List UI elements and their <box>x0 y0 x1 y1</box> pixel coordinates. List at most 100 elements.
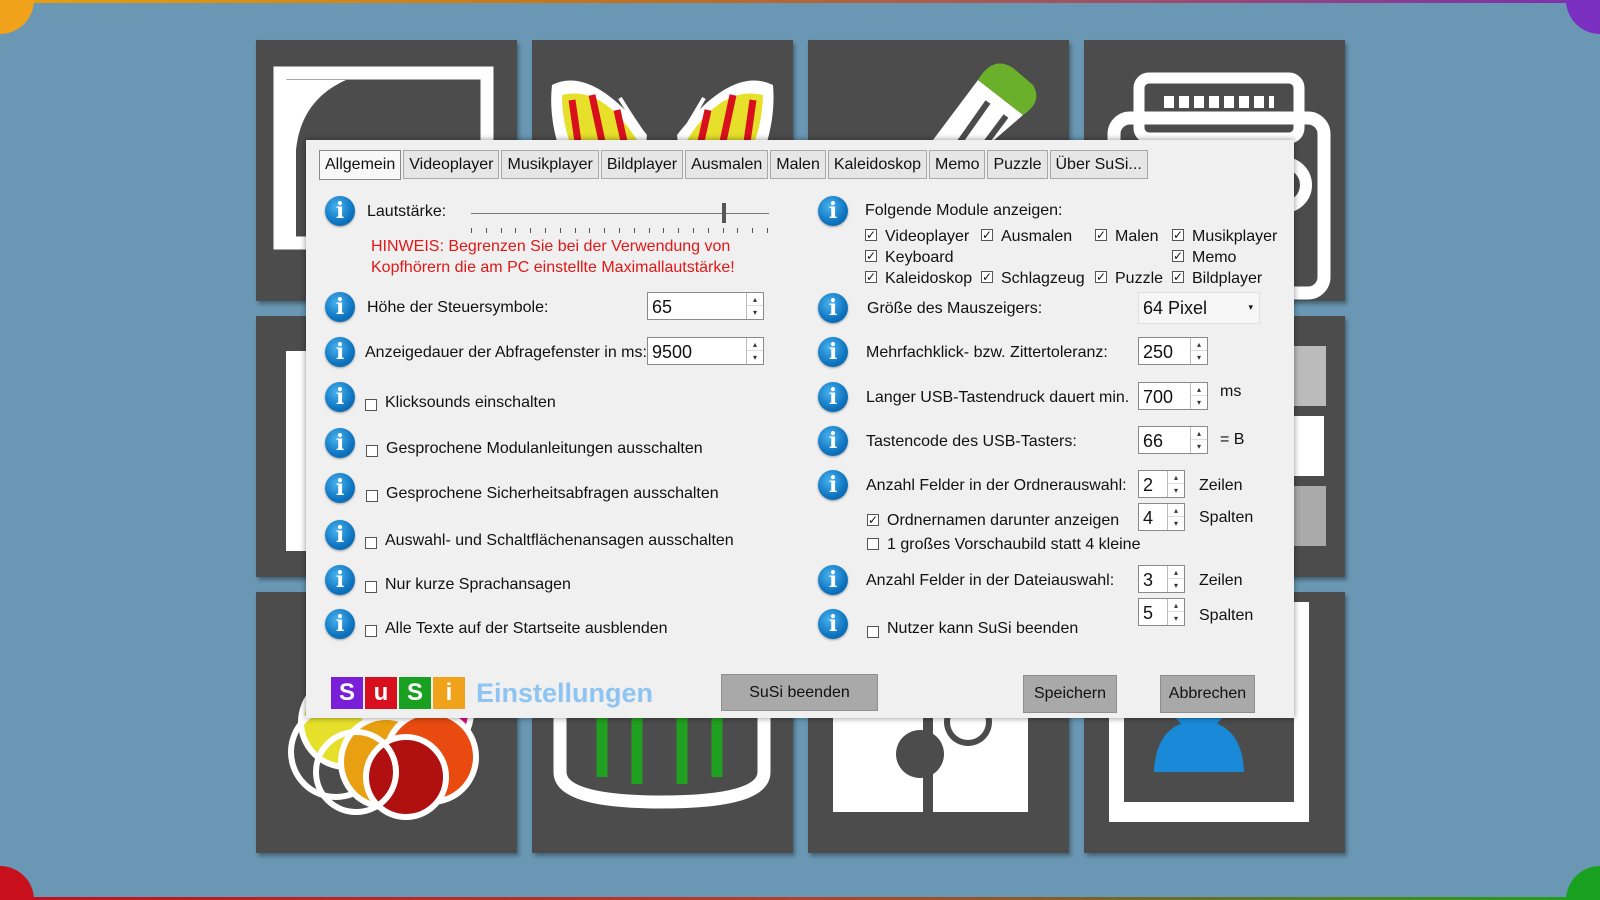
module-schlagzeug-label: Schlagzeug <box>1001 270 1085 287</box>
corner-purple-decoration <box>1566 0 1600 34</box>
schaltflaechenansagen-checkbox[interactable] <box>365 537 377 549</box>
large-preview-label: 1 großes Vorschaubild statt 4 kleine <box>887 536 1141 553</box>
file-rows-stepper[interactable]: 3 ▴ ▾ <box>1138 565 1185 593</box>
slider-tick <box>574 228 576 233</box>
info-icon[interactable]: i <box>325 337 355 367</box>
spin-down-icon[interactable]: ▾ <box>1168 612 1184 625</box>
tab-ueber-susi[interactable]: Über SuSi... <box>1049 150 1148 179</box>
slider-tick <box>545 228 546 233</box>
tab-kaleidoskop[interactable]: Kaleidoskop <box>827 150 928 179</box>
slider-tick <box>530 228 532 233</box>
file-rows-unit: Zeilen <box>1199 572 1243 589</box>
klicksounds-checkbox[interactable] <box>365 399 377 411</box>
texte-ausblenden-checkbox[interactable] <box>365 625 377 637</box>
module-keyboard-checkbox[interactable]: ✓ <box>865 250 877 262</box>
volume-slider-thumb[interactable] <box>722 203 727 223</box>
file-cols-stepper[interactable]: 5 ▴ ▾ <box>1138 598 1185 626</box>
stepper-arrows: ▴ ▾ <box>1190 383 1207 409</box>
user-quit-checkbox[interactable] <box>867 626 879 638</box>
spin-up-icon[interactable]: ▴ <box>747 293 763 306</box>
info-icon[interactable]: i <box>818 337 848 367</box>
spin-down-icon[interactable]: ▾ <box>1191 396 1207 409</box>
sicherheitsabfragen-label: Gesprochene Sicherheitsabfragen ausschal… <box>386 485 719 502</box>
module-musikplayer-checkbox[interactable]: ✓ <box>1172 229 1184 241</box>
info-icon[interactable]: i <box>325 292 355 322</box>
tab-musikplayer[interactable]: Musikplayer <box>501 150 599 179</box>
info-icon[interactable]: i <box>818 565 848 595</box>
spin-up-icon[interactable]: ▴ <box>1191 427 1207 440</box>
info-icon[interactable]: i <box>818 293 848 323</box>
info-icon[interactable]: i <box>818 470 848 500</box>
spin-up-icon[interactable]: ▴ <box>1191 383 1207 396</box>
info-icon[interactable]: i <box>818 382 848 412</box>
quit-susi-button[interactable]: SuSi beenden <box>721 674 878 711</box>
prompt-duration-label: Anzeigedauer der Abfragefenster in ms: <box>365 344 647 361</box>
slider-tick <box>707 228 709 233</box>
spin-down-icon[interactable]: ▾ <box>1191 351 1207 364</box>
spin-up-icon[interactable]: ▴ <box>747 338 763 351</box>
tab-ausmalen[interactable]: Ausmalen <box>685 150 769 179</box>
logo-letter: S <box>399 677 431 709</box>
info-icon[interactable]: i <box>325 520 355 550</box>
spin-down-icon[interactable]: ▾ <box>1168 484 1184 497</box>
spin-down-icon[interactable]: ▾ <box>747 306 763 319</box>
info-icon[interactable]: i <box>818 609 848 639</box>
slider-tick <box>485 228 487 233</box>
module-ausmalen-checkbox[interactable]: ✓ <box>981 229 993 241</box>
folder-cols-stepper[interactable]: 4 ▴ ▾ <box>1138 503 1185 531</box>
large-preview-checkbox[interactable] <box>867 538 879 550</box>
module-bildplayer-checkbox[interactable]: ✓ <box>1172 271 1184 283</box>
sicherheitsabfragen-checkbox[interactable] <box>366 490 378 502</box>
folder-names-checkbox[interactable]: ✓ <box>867 514 879 526</box>
usb-key-code-stepper[interactable]: 66 ▴ ▾ <box>1138 426 1208 454</box>
cursor-size-value: 64 Pixel <box>1143 298 1208 318</box>
module-kaleidoskop-checkbox[interactable]: ✓ <box>865 271 877 283</box>
tab-videoplayer[interactable]: Videoplayer <box>403 150 500 179</box>
slider-tick <box>722 228 724 233</box>
tab-bildplayer[interactable]: Bildplayer <box>600 150 684 179</box>
info-icon[interactable]: i <box>818 196 848 226</box>
spin-down-icon[interactable]: ▾ <box>1168 579 1184 592</box>
module-puzzle-checkbox[interactable]: ✓ <box>1095 271 1107 283</box>
prompt-duration-stepper[interactable]: 9500 ▴ ▾ <box>647 337 764 365</box>
save-button[interactable]: Speichern <box>1023 675 1117 713</box>
spin-up-icon[interactable]: ▴ <box>1168 504 1184 517</box>
spin-up-icon[interactable]: ▴ <box>1191 338 1207 351</box>
logo-letter: i <box>433 677 465 709</box>
modulanleitungen-checkbox[interactable] <box>366 445 378 457</box>
module-memo-checkbox[interactable]: ✓ <box>1172 250 1184 262</box>
tab-allgemein[interactable]: Allgemein <box>319 150 402 180</box>
usb-long-press-stepper[interactable]: 700 ▴ ▾ <box>1138 382 1208 410</box>
module-malen-checkbox[interactable]: ✓ <box>1095 229 1107 241</box>
chevron-down-icon[interactable]: ▾ <box>1248 302 1253 313</box>
tab-memo[interactable]: Memo <box>929 150 986 179</box>
icon-height-stepper[interactable]: 65 ▴ ▾ <box>647 292 764 320</box>
info-icon[interactable]: i <box>325 196 355 226</box>
info-icon[interactable]: i <box>325 382 355 412</box>
module-videoplayer-checkbox[interactable]: ✓ <box>865 229 877 241</box>
info-icon[interactable]: i <box>325 565 355 595</box>
module-schlagzeug-checkbox[interactable]: ✓ <box>981 271 993 283</box>
spin-up-icon[interactable]: ▴ <box>1168 599 1184 612</box>
tab-malen[interactable]: Malen <box>770 150 826 179</box>
multiclick-stepper[interactable]: 250 ▴ ▾ <box>1138 337 1208 365</box>
info-icon[interactable]: i <box>325 428 355 458</box>
cursor-size-dropdown[interactable]: 64 Pixel ▾ <box>1138 292 1260 324</box>
texte-ausblenden-label: Alle Texte auf der Startseite ausblenden <box>385 620 668 637</box>
tab-puzzle[interactable]: Puzzle <box>987 150 1048 179</box>
kurze-sprachansagen-checkbox[interactable] <box>365 581 377 593</box>
usb-long-press-value: 700 <box>1143 387 1174 407</box>
slider-tick <box>515 228 517 233</box>
folder-rows-stepper[interactable]: 2 ▴ ▾ <box>1138 470 1185 498</box>
spin-down-icon[interactable]: ▾ <box>1191 440 1207 453</box>
spin-down-icon[interactable]: ▾ <box>1168 517 1184 530</box>
stepper-arrows: ▴ ▾ <box>746 293 763 319</box>
info-icon[interactable]: i <box>325 609 355 639</box>
slider-tick <box>500 228 502 233</box>
spin-up-icon[interactable]: ▴ <box>1168 471 1184 484</box>
info-icon[interactable]: i <box>325 473 355 503</box>
cancel-button[interactable]: Abbrechen <box>1160 675 1255 713</box>
info-icon[interactable]: i <box>818 426 848 456</box>
spin-up-icon[interactable]: ▴ <box>1168 566 1184 579</box>
spin-down-icon[interactable]: ▾ <box>747 351 763 364</box>
